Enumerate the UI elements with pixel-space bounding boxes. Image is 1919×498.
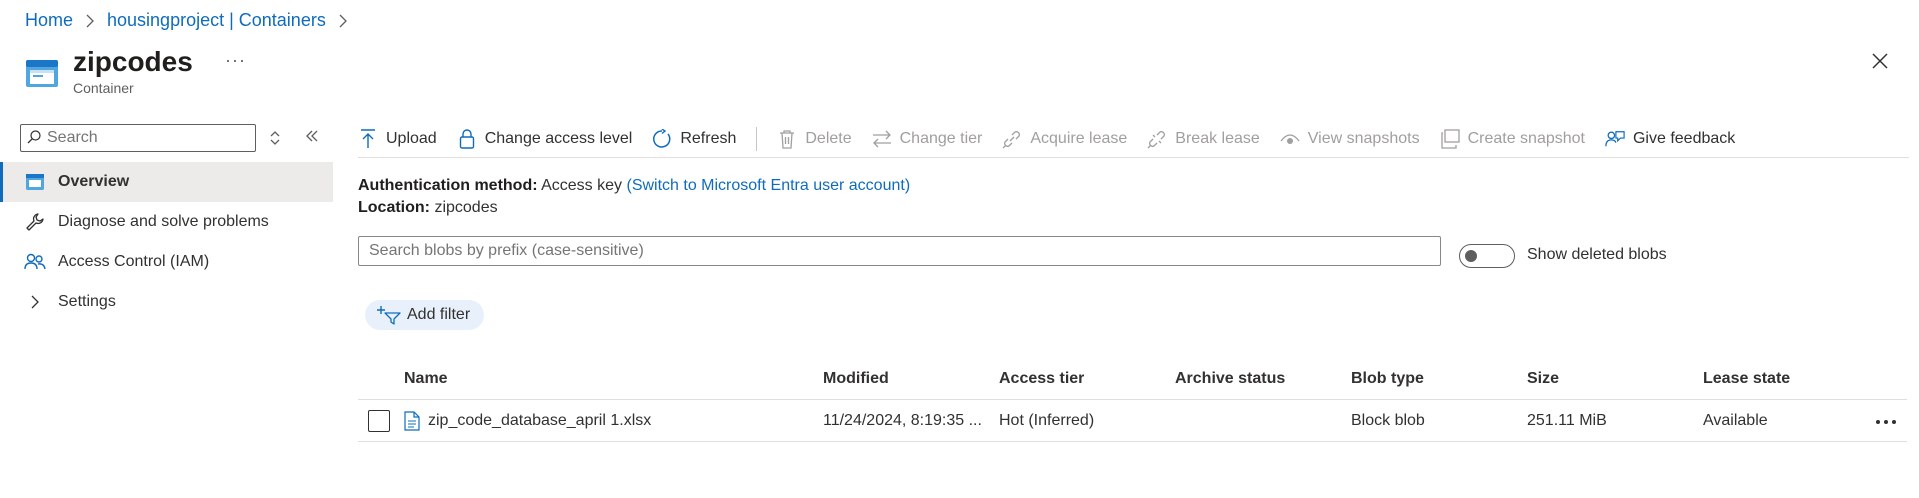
sidebar-search[interactable] [20, 124, 256, 152]
table-row[interactable]: zip_code_database_april 1.xlsx 11/24/202… [358, 400, 1907, 442]
column-header-blob-type[interactable]: Blob type [1351, 370, 1424, 388]
broken-link-icon [1147, 129, 1167, 149]
create-snapshot-button[interactable]: Create snapshot [1440, 128, 1585, 149]
close-icon[interactable] [1871, 52, 1889, 73]
toolbar-divider [756, 126, 758, 151]
location-value: zipcodes [434, 199, 498, 216]
refresh-button[interactable]: Refresh [652, 128, 736, 149]
blob-access-tier: Hot (Inferred) [999, 411, 1095, 429]
breadcrumb: Home housingproject | Containers [25, 10, 360, 31]
chevron-right-icon [24, 291, 46, 313]
upload-button[interactable]: Upload [358, 128, 437, 149]
sidebar-search-input[interactable] [47, 129, 247, 147]
blob-search[interactable] [358, 236, 1441, 266]
column-header-access-tier[interactable]: Access tier [999, 370, 1084, 388]
sidebar-item-overview[interactable]: Overview [0, 162, 333, 202]
container-icon [25, 56, 59, 90]
switch-auth-link[interactable]: (Switch to Microsoft Entra user account) [626, 177, 910, 194]
upload-icon [358, 128, 378, 149]
column-header-name[interactable]: Name [404, 370, 448, 388]
break-lease-button[interactable]: Break lease [1147, 129, 1260, 149]
show-deleted-toggle[interactable] [1459, 244, 1515, 268]
blob-name-cell[interactable]: zip_code_database_april 1.xlsx [404, 410, 651, 431]
breadcrumb-containers[interactable]: housingproject | Containers [107, 10, 326, 31]
sidebar-nav: Overview Diagnose and solve problems Acc… [0, 162, 333, 322]
row-checkbox[interactable] [368, 410, 390, 432]
snapshot-icon [1440, 128, 1460, 149]
row-more-icon[interactable] [1875, 412, 1897, 430]
sidebar-item-settings[interactable]: Settings [0, 282, 333, 322]
blob-size: 251.11 MiB [1527, 411, 1607, 429]
give-feedback-button[interactable]: Give feedback [1605, 129, 1735, 149]
collapse-sidebar-icon[interactable] [305, 129, 319, 146]
toggle-knob [1465, 250, 1477, 262]
column-header-size[interactable]: Size [1527, 370, 1559, 388]
link-icon [1002, 129, 1022, 149]
blob-search-input[interactable] [369, 242, 1440, 260]
acquire-lease-button[interactable]: Acquire lease [1002, 129, 1127, 149]
container-icon [24, 171, 46, 193]
sidebar-item-diagnose[interactable]: Diagnose and solve problems [0, 202, 333, 242]
sidebar-item-label: Overview [58, 173, 130, 190]
swap-icon [872, 129, 892, 149]
page-header: zipcodes Container [25, 44, 193, 96]
add-filter-button[interactable]: Add filter [365, 300, 485, 330]
show-deleted-label: Show deleted blobs [1527, 246, 1667, 263]
blob-type: Block blob [1351, 411, 1425, 429]
container-info: Authentication method: Access key (Switc… [358, 175, 910, 219]
lock-icon [457, 128, 477, 149]
refresh-icon [652, 128, 672, 149]
more-actions-icon[interactable]: ··· [225, 50, 246, 71]
add-filter-icon [377, 305, 401, 325]
blob-name[interactable]: zip_code_database_april 1.xlsx [428, 412, 651, 430]
page-subtitle: Container [73, 80, 134, 96]
sidebar-item-label: Access Control (IAM) [58, 253, 210, 270]
eye-icon [1280, 129, 1300, 149]
change-tier-button[interactable]: Change tier [872, 129, 982, 149]
blob-lease-state: Available [1703, 411, 1768, 429]
command-bar: Upload Change access level Refresh Delet… [358, 122, 1909, 158]
blob-modified: 11/24/2024, 8:19:35 ... [823, 411, 982, 429]
breadcrumb-home[interactable]: Home [25, 10, 73, 31]
file-icon [404, 410, 420, 431]
sidebar-item-label: Settings [58, 293, 116, 310]
feedback-icon [1605, 129, 1625, 149]
view-snapshots-button[interactable]: View snapshots [1280, 129, 1420, 149]
trash-icon [777, 129, 797, 149]
sidebar-item-label: Diagnose and solve problems [58, 213, 269, 230]
sidebar-item-access-control[interactable]: Access Control (IAM) [0, 242, 333, 282]
page-title: zipcodes [73, 46, 193, 77]
chevron-right-icon [85, 14, 95, 28]
auth-method-label: Authentication method: [358, 177, 538, 194]
blob-table: Name Modified Access tier Archive status… [358, 358, 1907, 442]
wrench-icon [24, 211, 46, 233]
delete-button[interactable]: Delete [777, 129, 852, 149]
sort-icon[interactable] [269, 130, 281, 149]
location-label: Location: [358, 199, 430, 216]
column-header-archive-status[interactable]: Archive status [1175, 370, 1285, 388]
table-header: Name Modified Access tier Archive status… [358, 358, 1907, 400]
column-header-modified[interactable]: Modified [823, 370, 993, 388]
auth-method-value: Access key [541, 177, 623, 194]
search-icon [27, 129, 41, 147]
people-icon [24, 251, 46, 273]
chevron-right-icon [338, 14, 348, 28]
change-access-level-button[interactable]: Change access level [457, 128, 632, 149]
column-header-lease-state[interactable]: Lease state [1703, 370, 1790, 388]
